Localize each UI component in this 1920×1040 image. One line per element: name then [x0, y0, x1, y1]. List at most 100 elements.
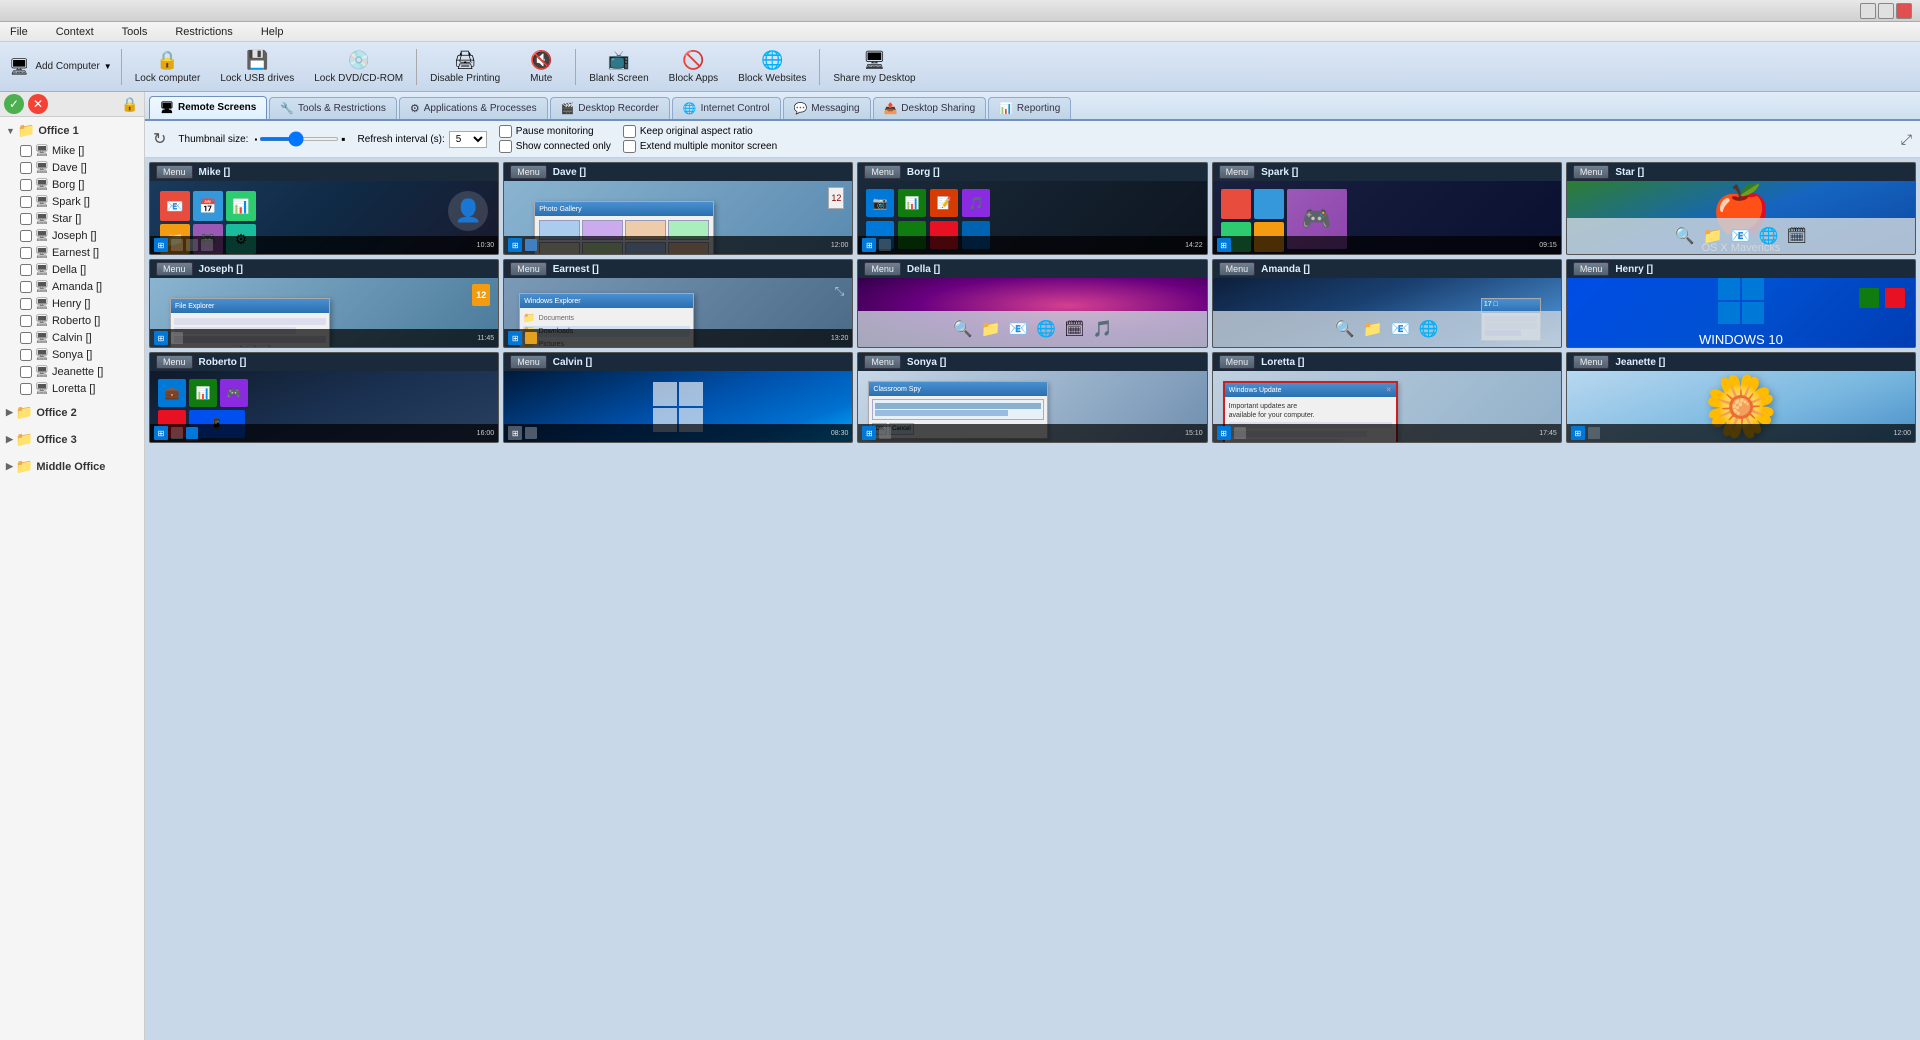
lock-computer-button[interactable]: 🔒 Lock computer	[126, 46, 210, 88]
menu-button-sonya[interactable]: Menu	[864, 355, 901, 369]
tree-computer-mike[interactable]: 🖥Mike []	[0, 142, 144, 159]
disable-printing-button[interactable]: 🖨 Disable Printing	[421, 46, 509, 88]
menu-context[interactable]: Context	[50, 24, 100, 40]
menu-button-calvin[interactable]: Menu	[510, 355, 547, 369]
tree-office3[interactable]: ▶ 📁 Office 3	[0, 428, 144, 451]
menu-button-dave[interactable]: Menu	[510, 165, 547, 179]
tree-computer-henry[interactable]: 🖥Henry []	[0, 295, 144, 312]
tab-desktop-sharing[interactable]: 📤 Desktop Sharing	[873, 97, 987, 119]
screen-jeanette[interactable]: 🌼 ⊞ 12:00	[1567, 371, 1915, 442]
tree-computer-joseph[interactable]: 🖥Joseph []	[0, 227, 144, 244]
tree-office2[interactable]: ▶ 📁 Office 2	[0, 401, 144, 424]
share-desktop-button[interactable]: 🖥 Share my Desktop	[824, 46, 924, 88]
screen-roberto[interactable]: 💼 📊 🎮 📱 🗓 ⚙ ⊞	[150, 371, 498, 442]
menu-button-earnest[interactable]: Menu	[510, 262, 547, 276]
block-websites-button[interactable]: 🌐 Block Websites	[729, 46, 815, 88]
tree-computer-amanda[interactable]: 🖥Amanda []	[0, 278, 144, 295]
tree-computer-dave[interactable]: 🖥Dave []	[0, 159, 144, 176]
tree-computer-della[interactable]: 🖥Della []	[0, 261, 144, 278]
tab-applications[interactable]: ⚙ Applications & Processes	[399, 97, 548, 119]
screen-sonya[interactable]: Classroom Spy OK Cancel	[858, 371, 1206, 442]
maximize-button[interactable]	[1878, 3, 1894, 19]
screen-della[interactable]: 🔍📁📧🌐🗓🎵	[858, 278, 1206, 347]
sidebar-lock-button[interactable]: 🔒	[120, 94, 140, 114]
refresh-icon[interactable]: ↻	[153, 129, 166, 149]
tab-label-internet-control: Internet Control	[701, 103, 770, 114]
tree-computer-star[interactable]: 🖥Star []	[0, 210, 144, 227]
menu-help[interactable]: Help	[255, 24, 290, 40]
keep-aspect-checkbox[interactable]	[623, 125, 636, 138]
thumbnail-size-label: Thumbnail size:	[178, 134, 248, 145]
menu-button-spark[interactable]: Menu	[1219, 165, 1256, 179]
tree-computer-calvin[interactable]: 🖥Calvin []	[0, 329, 144, 346]
screen-henry[interactable]: WINDOWS 10	[1567, 278, 1915, 347]
disable-printing-label: Disable Printing	[430, 73, 500, 84]
screen-loretta[interactable]: Windows Update✕ Important updates are av…	[1213, 371, 1561, 442]
menu-button-borg[interactable]: Menu	[864, 165, 901, 179]
sidebar-cancel-button[interactable]: ✕	[28, 94, 48, 114]
blank-screen-button[interactable]: 📺 Blank Screen	[580, 46, 657, 88]
screen-spark[interactable]: 🎮 ⊞ 09:15	[1213, 181, 1561, 254]
screen-borg[interactable]: 📷 📊 📝 🎵 ⊞	[858, 181, 1206, 254]
menu-button-loretta[interactable]: Menu	[1219, 355, 1256, 369]
pause-monitoring-checkbox[interactable]	[499, 125, 512, 138]
menu-button-della[interactable]: Menu	[864, 262, 901, 276]
thumbnail-size-slider[interactable]	[259, 137, 339, 141]
lock-usb-button[interactable]: 💾 Lock USB drives	[211, 46, 303, 88]
tab-messaging[interactable]: 💬 Messaging	[783, 97, 871, 119]
close-button[interactable]	[1896, 3, 1912, 19]
thumb-name-amanda: Amanda []	[1261, 264, 1310, 275]
office2-label: Office 2	[36, 407, 76, 419]
thumb-sonya: Menu Sonya [] Classroom Spy	[857, 352, 1207, 443]
folder-icon-office2: 📁	[16, 404, 33, 421]
tab-label-reporting: Reporting	[1017, 103, 1060, 114]
screen-dave[interactable]: Photo Gallery	[504, 181, 852, 254]
menu-button-joseph[interactable]: Menu	[156, 262, 193, 276]
menu-file[interactable]: File	[4, 24, 34, 40]
screen-amanda[interactable]: 17 □ 🔍📁📧🌐	[1213, 278, 1561, 347]
screen-mike[interactable]: 📧 📅 📊 📁 🎮 ⚙ 👤 ⊞	[150, 181, 498, 254]
tab-label-messaging: Messaging	[811, 103, 859, 114]
screen-earnest[interactable]: Windows Explorer 📁Documents 📁Downloads	[504, 278, 852, 347]
menu-button-henry[interactable]: Menu	[1573, 262, 1610, 276]
content-area: 🖥 Remote Screens 🔧 Tools & Restrictions …	[145, 92, 1920, 1040]
tree-computer-jeanette[interactable]: 🖥Jeanette []	[0, 363, 144, 380]
toolbar-sep-2	[416, 49, 417, 85]
mute-button[interactable]: 🔇 Mute	[511, 46, 571, 88]
tab-reporting[interactable]: 📊 Reporting	[988, 97, 1071, 119]
lock-dvd-button[interactable]: 💿 Lock DVD/CD-ROM	[305, 46, 412, 88]
tree-computer-sonya[interactable]: 🖥Sonya []	[0, 346, 144, 363]
tree-computer-borg[interactable]: 🖥Borg []	[0, 176, 144, 193]
tab-remote-screens[interactable]: 🖥 Remote Screens	[149, 96, 267, 119]
expand-thumbnails-button[interactable]: ⤢	[1901, 131, 1912, 148]
tree-computer-spark[interactable]: 🖥Spark []	[0, 193, 144, 210]
screen-star[interactable]: 🍎 OS X Mavericks 🔍📁📧🌐🗓	[1567, 181, 1915, 254]
menu-button-mike[interactable]: Menu	[156, 165, 193, 179]
thumb-header-sonya: Menu Sonya []	[858, 353, 1206, 371]
sidebar-ok-button[interactable]: ✓	[4, 94, 24, 114]
tree-computer-earnest[interactable]: 🖥Earnest []	[0, 244, 144, 261]
screen-joseph[interactable]: File Explorer 📁📁📁📁 📄📄📄	[150, 278, 498, 347]
tab-internet-control[interactable]: 🌐 Internet Control	[672, 97, 781, 119]
tree-middle-office[interactable]: ▶ 📁 Middle Office	[0, 455, 144, 478]
tree-computer-loretta[interactable]: 🖥Loretta []	[0, 380, 144, 397]
extend-monitor-checkbox[interactable]	[623, 140, 636, 153]
block-apps-button[interactable]: 🚫 Block Apps	[660, 46, 727, 88]
thumbnail-row-3: Menu Roberto [] 💼 📊 🎮 📱	[149, 352, 1916, 443]
tab-desktop-recorder[interactable]: 🎬 Desktop Recorder	[550, 97, 670, 119]
add-computer-button[interactable]: 🖥 Add Computer ▼	[4, 53, 117, 81]
screen-calvin[interactable]: ⊞ 08:30	[504, 371, 852, 442]
tree-computer-roberto[interactable]: 🖥Roberto []	[0, 312, 144, 329]
menu-button-star[interactable]: Menu	[1573, 165, 1610, 179]
tab-tools-restrictions[interactable]: 🔧 Tools & Restrictions	[269, 97, 397, 119]
minimize-button[interactable]	[1860, 3, 1876, 19]
menu-button-jeanette[interactable]: Menu	[1573, 355, 1610, 369]
thumbnail-row-1: Menu Mike [] 📧 📅 📊 📁 🎮	[149, 162, 1916, 255]
menu-tools[interactable]: Tools	[116, 24, 154, 40]
menu-button-roberto[interactable]: Menu	[156, 355, 193, 369]
refresh-interval-select[interactable]: 5101530	[449, 131, 487, 148]
tree-office1[interactable]: ▼ 📁 Office 1	[0, 119, 144, 142]
show-connected-checkbox[interactable]	[499, 140, 512, 153]
menu-button-amanda[interactable]: Menu	[1219, 262, 1256, 276]
menu-restrictions[interactable]: Restrictions	[169, 24, 238, 40]
